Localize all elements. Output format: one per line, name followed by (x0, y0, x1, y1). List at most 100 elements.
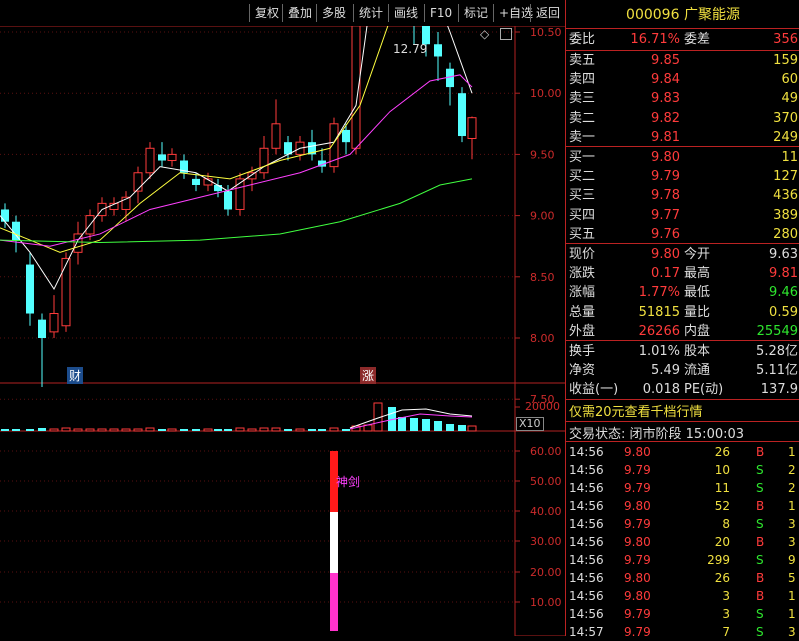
volume-scale-label: X10 (516, 417, 544, 431)
volume-bar (410, 418, 418, 431)
stat-row: 现价 9.80 今开 9.63 (569, 247, 798, 262)
stock-name: 广聚能源 (683, 7, 740, 23)
volume-bar (467, 425, 477, 432)
indicator-axis-tick: 20.00 (530, 566, 562, 579)
candle[interactable] (342, 123, 350, 155)
volume-bar (97, 428, 107, 432)
stat-row: 外盘 26266 内盘 25549 (569, 323, 798, 339)
tick-row: 14:56 9.79 3 S 1 (569, 607, 796, 621)
toolbar-button-1[interactable]: 叠加 (286, 4, 314, 22)
volume-bar (12, 429, 20, 431)
trade-status: 交易状态: 闭市阶段 15:00:03 (569, 427, 745, 442)
tick-row: 14:56 9.79 10 S 2 (569, 463, 796, 477)
tick-row: 14:56 9.80 26 B 5 (569, 571, 796, 585)
candle[interactable] (167, 148, 177, 167)
toolbar-button-5[interactable]: F10 (428, 4, 454, 22)
buy-level-3: 买三 9.78 436 (569, 188, 798, 204)
volume-bar (318, 429, 326, 431)
sell-level-2: 卖二 9.82 370 (569, 110, 798, 126)
volume-bar (109, 428, 119, 432)
candle[interactable] (133, 166, 143, 204)
volume-bar (329, 427, 339, 432)
stock-code: 000096 (626, 7, 680, 23)
candle[interactable] (329, 117, 339, 173)
volume-bar (158, 429, 166, 431)
candle[interactable] (38, 313, 46, 387)
candle[interactable] (26, 252, 34, 326)
zoom-toggle-icon[interactable] (500, 28, 512, 40)
candle[interactable] (214, 178, 222, 198)
candle[interactable] (73, 221, 83, 265)
candle[interactable] (271, 99, 281, 155)
volume-bar (180, 429, 188, 431)
volume-bar (133, 428, 143, 432)
volume-bar (214, 429, 222, 431)
sell-level-1: 卖一 9.81 249 (569, 129, 798, 145)
marker-cai[interactable]: 财 (67, 367, 84, 384)
tick-row: 14:56 9.80 52 B 1 (569, 499, 796, 513)
volume-bar (446, 424, 454, 431)
volume-bar (145, 427, 155, 432)
candle[interactable] (49, 295, 59, 338)
price-axis-tick: 8.00 (530, 332, 555, 345)
candle[interactable] (458, 87, 466, 143)
volume-bar (167, 428, 177, 432)
candle[interactable] (467, 116, 477, 160)
volume-bar (342, 429, 350, 431)
stock-title: 000096 广聚能源 (566, 4, 799, 24)
stat-row: 总量 51815 量比 0.59 (569, 304, 798, 320)
candle[interactable] (109, 197, 119, 216)
candle[interactable] (121, 191, 131, 222)
candle[interactable] (434, 32, 442, 81)
volume-bar (61, 427, 71, 432)
toolbar-button-3[interactable]: 统计 (357, 4, 385, 22)
candle[interactable] (180, 154, 188, 179)
toolbar-button-2[interactable]: 多股 (320, 4, 348, 22)
volume-bar (259, 427, 269, 432)
volume-bar (1, 429, 9, 431)
tick-row: 14:56 9.80 20 B 3 (569, 535, 796, 549)
toolbar-button-4[interactable]: 画线 (392, 4, 420, 22)
price-axis-tick: 10.50 (530, 26, 562, 39)
candlestick-series (1, 0, 477, 387)
toolbar-button-0[interactable]: 复权 (253, 4, 281, 22)
fund-row: 换手 1.01% 股本 5.28亿 (569, 344, 798, 359)
candle[interactable] (318, 148, 326, 173)
volume-axis-tick: 20000 (525, 400, 560, 413)
quote-panel: 000096 广聚能源 委比 16.71% 委差 356 卖五 9.85 159 卖四… (565, 0, 799, 639)
high-price-label: 12.79 (393, 42, 428, 56)
stat-row: 涨跌 0.17 最高 9.81 (569, 266, 798, 282)
candle[interactable] (235, 172, 245, 216)
indicator-axis-tick: 50.00 (530, 475, 562, 488)
candle[interactable] (446, 62, 454, 106)
chart-toolbar: 复权 叠加 多股 统计 画线 F10 标记 +自选 返回 (0, 0, 565, 26)
diamond-icon[interactable]: ◇ (480, 27, 489, 41)
price-axis-tick: 8.50 (530, 271, 555, 284)
volume-bar (284, 429, 292, 431)
candle[interactable] (1, 203, 9, 228)
buy-level-2: 买二 9.79 127 (569, 169, 798, 185)
toolbar-button-6[interactable]: 标记 (462, 4, 490, 22)
volume-bar (247, 428, 257, 432)
toolbar-button-8[interactable]: 返回 (534, 4, 562, 22)
volume-bar (422, 419, 430, 431)
weibi-row: 委比 16.71% 委差 356 (569, 32, 798, 47)
buy-level-4: 买四 9.77 389 (569, 207, 798, 223)
indicator-axis-tick: 10.00 (530, 596, 562, 609)
sell-level-3: 卖三 9.83 49 (569, 91, 798, 107)
tick-row: 14:56 9.80 26 B 1 (569, 445, 796, 459)
candle[interactable] (158, 142, 166, 167)
tick-row: 14:56 9.79 11 S 2 (569, 481, 796, 495)
volume-bar (224, 429, 232, 431)
tick-row: 14:56 9.79 8 S 3 (569, 517, 796, 531)
kline-chart-area[interactable]: 12.5012.0011.5011.0010.5010.009.509.008.… (0, 0, 565, 636)
marker-zhang[interactable]: 涨 (360, 367, 377, 384)
price-axis-tick: 10.00 (530, 87, 562, 100)
candle[interactable] (259, 136, 269, 179)
buy-level-5: 买五 9.76 280 (569, 226, 798, 242)
volume-bar (203, 428, 213, 432)
promo-link[interactable]: 仅需20元查看千档行情 (569, 401, 703, 420)
candle[interactable] (284, 136, 292, 161)
volume-bars (1, 402, 477, 432)
volume-bar (192, 429, 200, 431)
